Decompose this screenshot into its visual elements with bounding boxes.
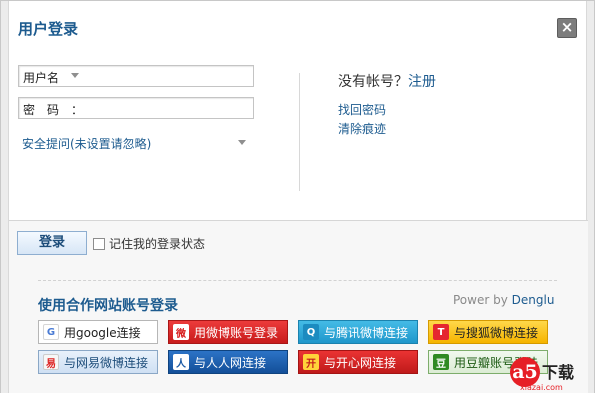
powered-by-brand[interactable]: Denglu [512,293,555,307]
site-watermark: a5 下载 xiazai.com [506,357,592,392]
partner-login-title: 使用合作网站账号登录 [38,298,178,314]
watermark-site: xiazai.com [520,383,563,392]
douban-icon: 豆 [433,354,449,370]
find-password-link[interactable]: 找回密码 [338,101,386,118]
renren-icon: 人 [173,354,189,370]
tencent-weibo-connect-button[interactable]: Q 与腾讯微博连接 [298,320,418,344]
security-question-select[interactable]: 安全提问(未设置请忽略) [22,135,248,152]
partner-label: 与开心网连接 [324,355,397,370]
tencent-weibo-icon: Q [303,324,319,340]
watermark-text: 下载 [542,363,575,382]
partner-label: 与腾讯微博连接 [324,325,409,340]
dialog-title: 用户登录 [18,20,79,38]
weibo-icon: 微 [173,324,189,340]
google-icon: G [43,324,59,340]
remember-me[interactable]: 记住我的登录状态 [93,235,205,252]
password-field[interactable]: 密 码 ： [18,97,254,119]
login-dialog: 用户登录 × 用户名 密 码 ： 安全提问(未设置请忽略) 没有帐号？注册 找回… [0,0,595,393]
dialog-left-border [1,1,9,393]
chevron-down-icon[interactable] [71,73,79,78]
password-label: 密 码 ： [23,103,84,117]
no-account-prompt: 没有帐号？注册 [338,71,436,91]
netease-weibo-connect-button[interactable]: 易 与网易微博连接 [38,350,158,374]
login-button[interactable]: 登录 [17,231,87,255]
clear-traces-link[interactable]: 清除痕迹 [338,120,386,137]
powered-by-text: Power by [453,293,512,307]
partner-label: 与人人网连接 [194,355,267,370]
powered-by: Power by Denglu [453,293,554,307]
register-link[interactable]: 注册 [408,74,436,90]
remember-checkbox[interactable] [93,237,105,250]
kaixin-connect-button[interactable]: 开 与开心网连接 [298,350,418,374]
renren-connect-button[interactable]: 人 与人人网连接 [168,350,288,374]
remember-label: 记住我的登录状态 [109,237,206,251]
sohu-weibo-icon: T [433,324,449,340]
vertical-divider [299,73,300,191]
username-label: 用户名 [23,71,60,85]
partner-label: 与网易微博连接 [64,355,149,370]
no-account-text: 没有帐号？ [338,74,408,90]
chevron-down-icon[interactable] [238,140,246,145]
username-field[interactable]: 用户名 [18,65,254,87]
partner-label: 用google连接 [64,325,141,340]
google-connect-button[interactable]: G 用google连接 [38,320,158,344]
kaixin-icon: 开 [303,354,319,370]
weibo-connect-button[interactable]: 微 用微博账号登录 [168,320,288,344]
netease-weibo-icon: 易 [43,354,59,370]
sohu-weibo-connect-button[interactable]: T 与搜狐微博连接 [428,320,548,344]
close-icon: × [560,18,574,36]
partner-label: 用微博账号登录 [194,325,279,340]
partner-label: 与搜狐微博连接 [454,325,539,340]
close-button[interactable]: × [557,18,577,38]
partner-divider [38,280,557,281]
